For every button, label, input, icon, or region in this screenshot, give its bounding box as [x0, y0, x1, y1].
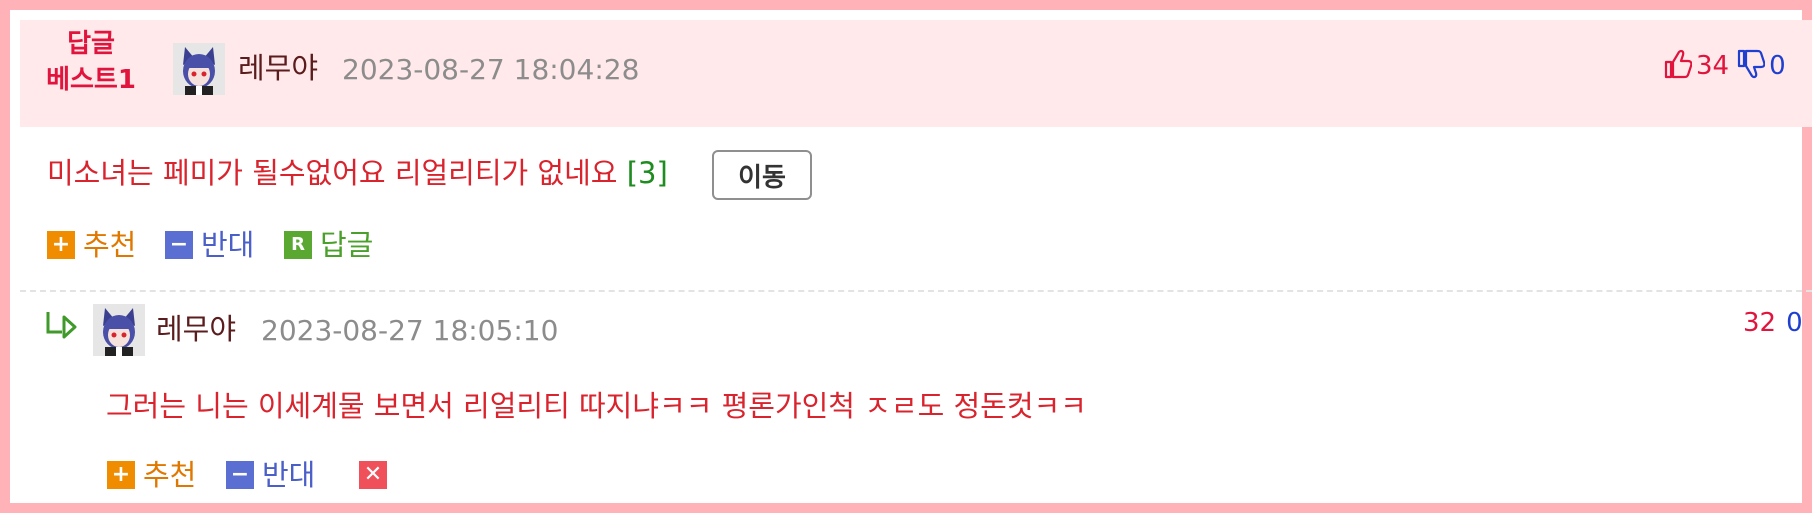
oppose-label: 반대 — [201, 228, 255, 262]
minus-icon: − — [165, 231, 193, 259]
reply-label: 답글 — [320, 228, 374, 262]
comment-body: 미소녀는 페미가 될수없어요 리얼리티가 없네요 — [47, 156, 618, 190]
oppose-label: 반대 — [262, 458, 316, 492]
author-name[interactable]: 레무야 — [156, 311, 236, 347]
comment-datetime: 2023-08-27 18:04:28 — [342, 53, 640, 86]
upvote-count: 32 — [1743, 308, 1777, 338]
recommend-button[interactable]: + 추천 — [47, 227, 136, 263]
avatar-image — [93, 304, 145, 356]
downvote-count: 0 — [1786, 308, 1803, 338]
delete-icon: ✕ — [359, 461, 387, 489]
recommend-button[interactable]: + 추천 — [107, 457, 196, 493]
minus-icon: − — [226, 461, 254, 489]
comment-text: 미소녀는 페미가 될수없어요 리얼리티가 없네요 [3] — [47, 153, 668, 193]
reply-vote-counts: 32 0 — [1743, 308, 1803, 338]
best-reply-label: 답글 베스트1 — [36, 26, 146, 98]
downvote-count: 0 — [1769, 51, 1786, 81]
plus-icon: + — [107, 461, 135, 489]
reply-badge-icon: R — [284, 231, 312, 259]
delete-button[interactable]: ✕ — [359, 461, 387, 489]
oppose-button[interactable]: − 반대 — [226, 457, 315, 493]
comment-divider — [20, 290, 1812, 292]
oppose-button[interactable]: − 반대 — [165, 227, 254, 263]
avatar[interactable] — [173, 43, 225, 95]
reply-comment-text: 그러는 니는 이세계물 보면서 리얼리티 따지냐ㅋㅋ 평론가인척 ㅈㄹ도 정돈컷… — [106, 389, 1087, 423]
thumbs-up-icon[interactable] — [1664, 49, 1693, 83]
thumbs-down-icon[interactable] — [1737, 49, 1766, 83]
recommend-label: 추천 — [143, 458, 197, 492]
move-button[interactable]: 이동 — [712, 150, 812, 200]
avatar[interactable] — [93, 304, 145, 356]
upvote-count: 34 — [1696, 51, 1730, 81]
recommend-label: 추천 — [83, 228, 137, 262]
plus-icon: + — [47, 231, 75, 259]
best-label-line1: 답글 — [67, 29, 115, 59]
reply-count[interactable]: [3] — [627, 156, 668, 190]
reply-arrow-icon — [45, 310, 79, 344]
vote-counts: 34 0 — [1664, 49, 1786, 83]
comment-datetime: 2023-08-27 18:05:10 — [261, 314, 559, 347]
comment-panel: 답글 베스트1 레무야 2023-08-27 18:04:28 34 0 미소녀… — [0, 0, 1812, 513]
reply-button[interactable]: R 답글 — [284, 227, 373, 263]
avatar-image — [173, 43, 225, 95]
best-label-line2: 베스트1 — [46, 65, 136, 95]
author-name[interactable]: 레무야 — [238, 50, 318, 86]
